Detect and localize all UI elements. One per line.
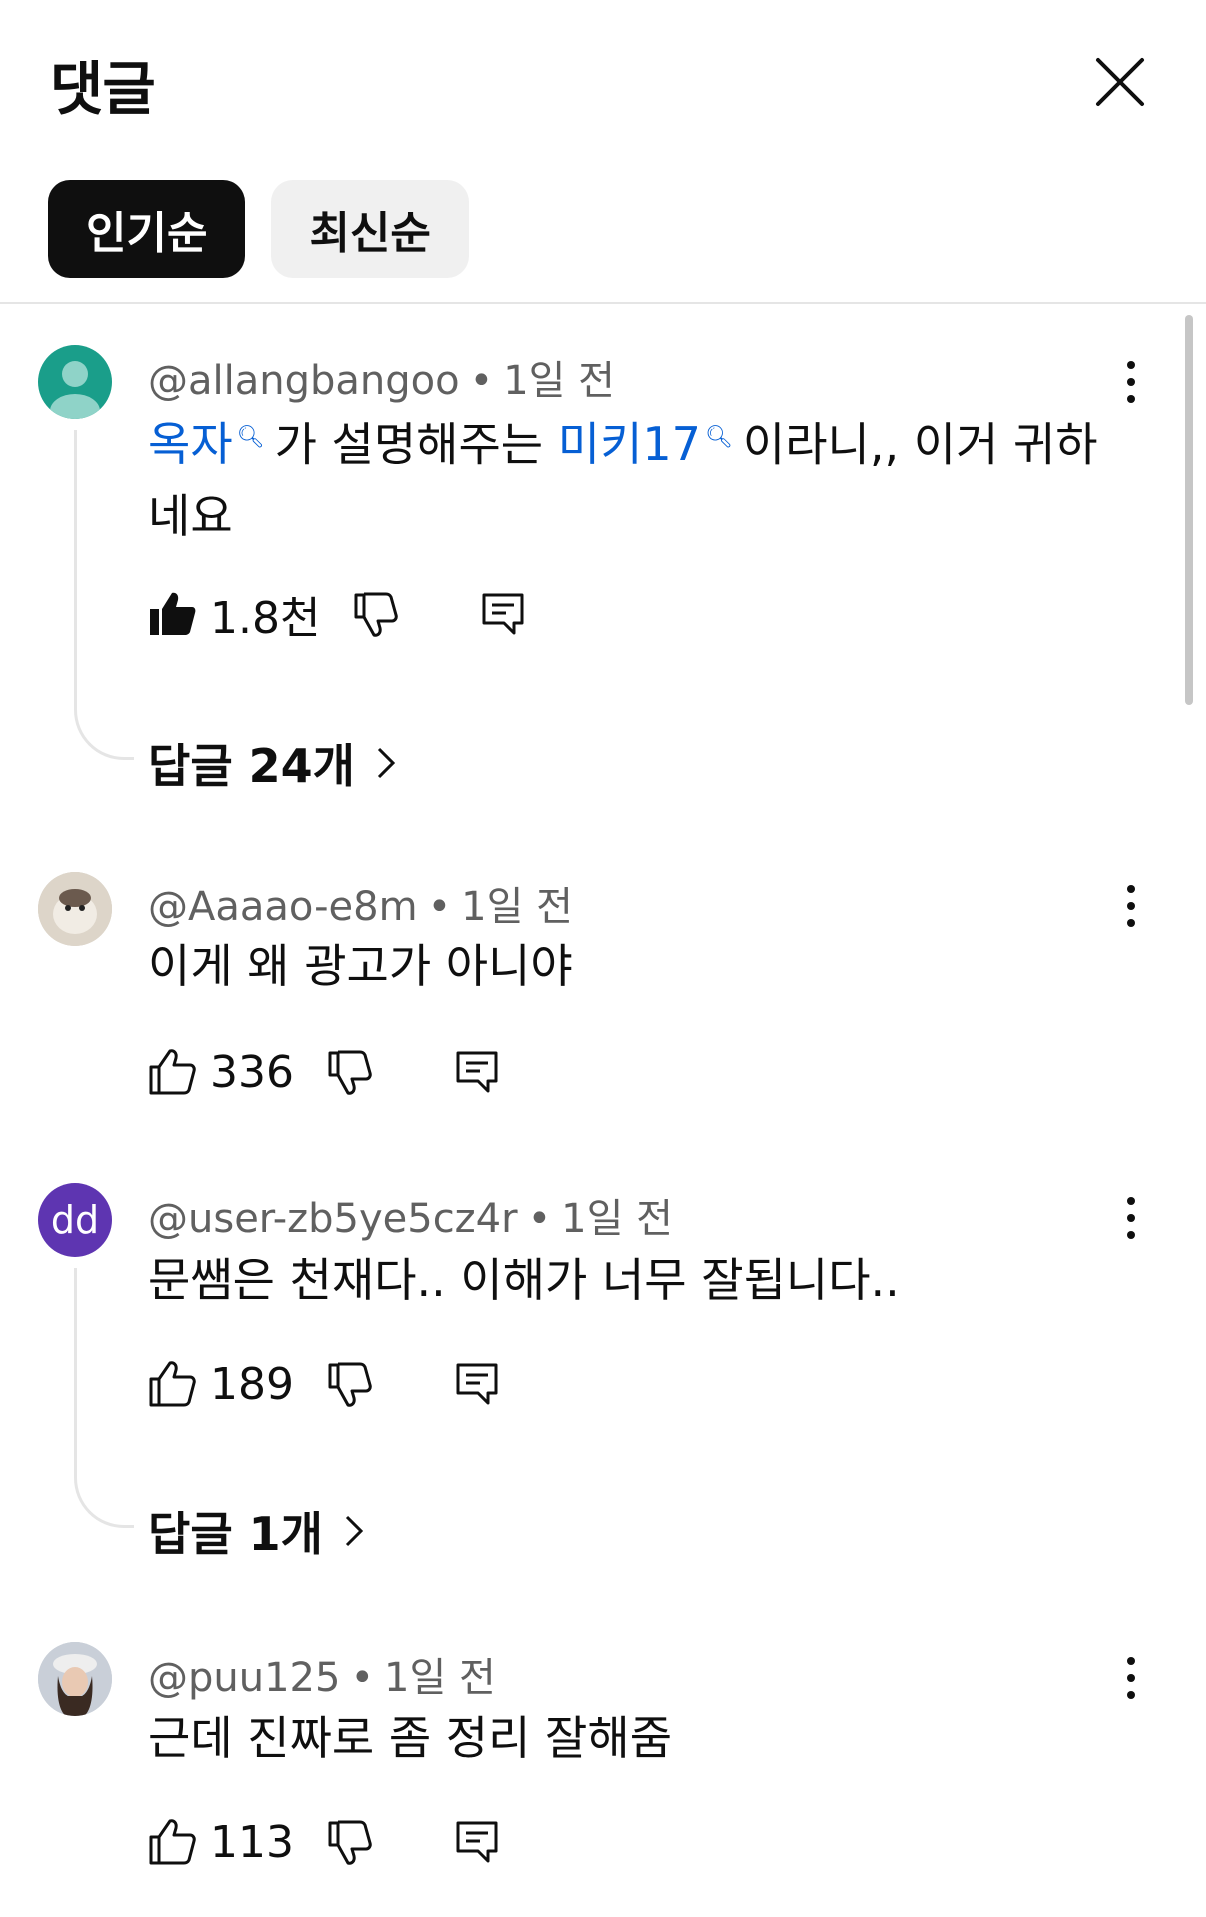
search-link[interactable]: 미키17 🔍︎ <box>558 417 743 471</box>
comment-meta: @allangbangoo • 1일 전 <box>148 358 615 404</box>
comment-time[interactable]: 1일 전 <box>384 1655 496 1701</box>
comment-text: 근데 진짜로 좀 정리 잘해줌 <box>148 1711 673 1765</box>
chip-newest[interactable]: 최신순 <box>271 180 469 278</box>
comment-actions: 336 <box>148 1042 500 1102</box>
search-icon: 🔍︎ <box>236 425 265 450</box>
comment-actions: 189 <box>148 1354 500 1414</box>
dislike-icon[interactable] <box>324 1047 374 1097</box>
like-count: 1.8천 <box>210 593 321 644</box>
thread-line <box>74 1268 134 1528</box>
comment-actions: 1.8천 <box>148 584 526 644</box>
avatar[interactable]: dd <box>38 1183 112 1257</box>
comment-text: 문쌤은 천재다.. 이해가 너무 잘됩니다.. <box>148 1253 900 1307</box>
like-icon[interactable] <box>148 1047 198 1097</box>
comment-author[interactable]: @user-zb5ye5cz4r <box>148 1196 518 1242</box>
more-options-button[interactable] <box>1106 352 1156 412</box>
like-count: 336 <box>210 1046 294 1098</box>
more-options-button[interactable] <box>1106 1188 1156 1248</box>
close-icon <box>1096 58 1144 106</box>
comment-text: 옥자 🔍︎ 가 설명해주는 미키17 🔍︎ 이라니,, 이거 귀하네요 <box>148 417 1098 544</box>
comment-meta: @Aaaao-e8m • 1일 전 <box>148 884 573 930</box>
more-options-button[interactable] <box>1106 1648 1156 1708</box>
comment-time[interactable]: 1일 전 <box>503 358 615 404</box>
comment-author[interactable]: @puu125 <box>148 1655 340 1701</box>
more-options-button[interactable] <box>1106 876 1156 936</box>
like-filled-icon[interactable] <box>148 589 198 639</box>
avatar-initials: dd <box>50 1198 100 1242</box>
like-icon[interactable] <box>148 1359 198 1409</box>
reply-icon[interactable] <box>480 589 526 639</box>
avatar[interactable] <box>38 1642 112 1716</box>
reply-icon[interactable] <box>454 1817 500 1867</box>
avatar[interactable] <box>38 872 112 946</box>
comment-time[interactable]: 1일 전 <box>561 1196 673 1242</box>
comment-meta: @puu125 • 1일 전 <box>148 1655 496 1701</box>
dislike-icon[interactable] <box>324 1359 374 1409</box>
comment-author[interactable]: @Aaaao-e8m <box>148 884 418 930</box>
like-count: 113 <box>210 1816 294 1868</box>
chevron-right-icon <box>377 747 396 779</box>
like-icon[interactable] <box>148 1817 198 1867</box>
avatar[interactable] <box>38 345 112 419</box>
profile-photo-icon <box>38 872 112 946</box>
comment-meta: @user-zb5ye5cz4r • 1일 전 <box>148 1196 673 1242</box>
view-replies-button[interactable]: 답글 24개 <box>148 730 397 796</box>
search-link[interactable]: 옥자 🔍︎ <box>148 417 275 471</box>
thread-line <box>74 430 134 760</box>
dislike-icon[interactable] <box>350 589 400 639</box>
dislike-icon[interactable] <box>324 1817 374 1867</box>
scrollbar[interactable] <box>1185 315 1193 705</box>
comment-time[interactable]: 1일 전 <box>461 884 573 930</box>
search-icon: 🔍︎ <box>704 425 733 450</box>
view-replies-button[interactable]: 답글 1개 <box>148 1498 365 1564</box>
comment-actions: 113 <box>148 1812 500 1872</box>
close-button[interactable] <box>1090 52 1150 112</box>
page-title: 댓글 <box>50 55 156 123</box>
chip-popular[interactable]: 인기순 <box>48 180 246 278</box>
comments-header: 댓글 <box>0 0 1206 160</box>
comment-author[interactable]: @allangbangoo <box>148 358 460 404</box>
chevron-right-icon <box>345 1515 364 1547</box>
like-count: 189 <box>210 1358 294 1410</box>
replies-label: 답글 24개 <box>148 739 355 793</box>
reply-icon[interactable] <box>454 1359 500 1409</box>
sort-chips: 인기순 최신순 <box>48 180 469 278</box>
profile-photo-icon <box>38 1642 112 1716</box>
replies-label: 답글 1개 <box>148 1507 323 1561</box>
comment-text: 이게 왜 광고가 아니야 <box>148 939 573 993</box>
header-divider <box>0 302 1206 304</box>
default-user-icon <box>50 361 100 419</box>
reply-icon[interactable] <box>454 1047 500 1097</box>
